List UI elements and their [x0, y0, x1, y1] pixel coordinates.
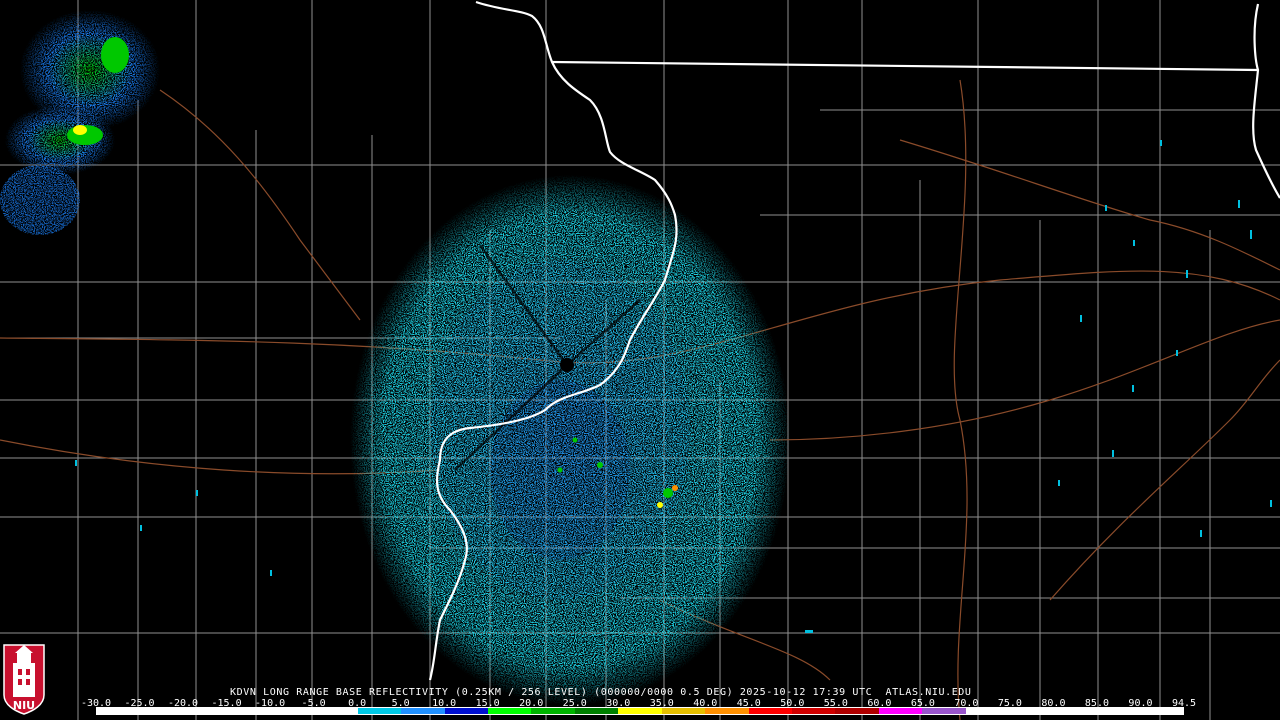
reflectivity-color-scale — [96, 707, 1184, 715]
scale-color-swatch — [444, 708, 488, 714]
scale-color-swatch — [792, 708, 836, 714]
scale-color-swatch — [140, 708, 184, 714]
scale-color-swatch — [183, 708, 228, 714]
scale-color-swatch — [227, 708, 271, 714]
scale-color-swatch — [1052, 708, 1097, 714]
scale-color-swatch — [835, 708, 879, 714]
product-name: LONG RANGE BASE REFLECTIVITY — [263, 687, 449, 698]
niu-logo-text: NIU — [13, 699, 35, 712]
scale-color-swatch — [1009, 708, 1053, 714]
scale-color-swatch — [878, 708, 923, 714]
product-detail: (0.25KM / 256 LEVEL) — [455, 687, 588, 698]
product-code: (000000/0000 0.5 DEG) — [594, 687, 734, 698]
scale-color-swatch — [270, 708, 315, 714]
scale-color-swatch — [1096, 708, 1140, 714]
source-url: ATLAS.NIU.EDU — [885, 687, 972, 698]
nw-storm — [0, 10, 160, 235]
scale-color-swatch — [97, 708, 141, 714]
scale-color-swatch — [618, 708, 662, 714]
scale-color-swatch — [574, 708, 619, 714]
station-id: KDVN — [230, 687, 257, 698]
radar-echoes — [0, 10, 1272, 705]
scale-color-swatch — [922, 708, 966, 714]
scale-color-swatch — [314, 708, 358, 714]
scale-color-swatch — [661, 708, 706, 714]
scale-color-swatch — [487, 708, 532, 714]
scale-color-swatch — [1139, 708, 1183, 714]
scale-color-swatch — [357, 708, 402, 714]
scale-color-swatch — [531, 708, 575, 714]
scale-color-swatch — [705, 708, 749, 714]
scale-color-swatch — [748, 708, 792, 714]
scale-color-swatch — [401, 708, 445, 714]
radar-map — [0, 0, 1280, 720]
scale-color-swatch — [965, 708, 1010, 714]
product-caption: KDVN LONG RANGE BASE REFLECTIVITY (0.25K… — [0, 687, 1280, 698]
timestamp: 2025-10-12 17:39 UTC — [739, 687, 873, 698]
niu-logo: NIU — [3, 644, 45, 715]
